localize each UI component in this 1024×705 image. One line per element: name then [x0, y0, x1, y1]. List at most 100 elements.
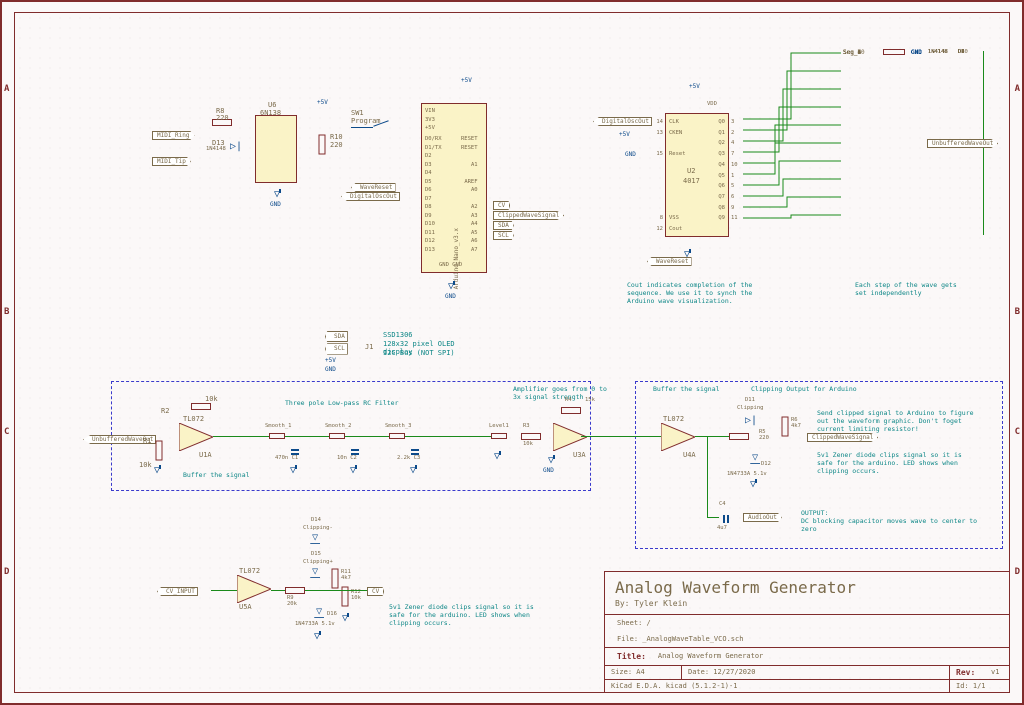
title-by: By: Tyler Klein	[605, 599, 1009, 614]
tb-prog: KiCad E.D.A. kicad (5.1.2-1)-1	[605, 680, 949, 692]
smooth1-label: Smooth_1	[265, 423, 292, 429]
u6-ref: U6	[268, 101, 276, 109]
r1-ref: R1	[143, 437, 151, 445]
arduino-gnd-label: GND	[445, 293, 456, 300]
arduino-left-pins: D0/RXD1/TXD2 D3D4D5 D6D7D8 D9D10D11 D12D…	[425, 135, 442, 254]
tag-cv-out: CV	[367, 587, 384, 596]
r3	[521, 433, 541, 440]
oled-ref: J1	[365, 343, 373, 351]
tag-clippedwave: ClippedWaveSignal	[493, 211, 564, 220]
clip-note-send: Send clipped signal to Arduino to figure…	[817, 409, 977, 433]
midi-block: U6 6N138 +5V MIDI_Ring MIDI_Tip R8 220 D…	[160, 101, 360, 221]
smooth3-label: Smooth_3	[385, 423, 412, 429]
arduino-gnd	[449, 281, 459, 291]
r6	[782, 417, 789, 437]
r4	[561, 407, 581, 414]
tag-sda: SDA	[493, 221, 514, 230]
tag-unbuffered-out: UnbufferedWaveOut	[927, 139, 998, 148]
d13-symbol: ▷|	[230, 141, 242, 152]
tb-rev: v1	[985, 666, 1009, 679]
edge-c-right: C	[1015, 427, 1020, 437]
u4a-part: TL072	[663, 415, 684, 423]
smooth-3	[389, 433, 405, 439]
d11-symbol: ▷|	[745, 415, 757, 426]
audio-note: OUTPUT: DC blocking capacitor moves wave…	[801, 509, 991, 533]
tb-title-label: Title:	[611, 650, 652, 663]
smooth2-label: Smooth_2	[325, 423, 352, 429]
edge-b-left: B	[4, 307, 9, 317]
title-block: Analog Waveform Generator By: Tyler Klei…	[604, 571, 1009, 692]
arduino-right-pins: RESETRESET A1 AREF A0 A2A3 A4A5 A6A7	[461, 135, 478, 254]
buffer-title: Buffer the signal	[183, 471, 250, 479]
u5a-opamp	[237, 575, 271, 603]
tb-file: File: _AnalogWaveTable_VCO.sch	[611, 633, 749, 645]
r11	[332, 569, 339, 589]
u6-gnd-label: GND	[270, 201, 281, 208]
u4a-opamp	[661, 423, 695, 451]
r10-ref: R10	[330, 133, 343, 141]
u6-gnd	[275, 189, 285, 199]
tb-sheet: Sheet: /	[611, 617, 657, 629]
tag-digoscout: DigitalOscOut	[341, 192, 400, 201]
d11-name: Clipping	[737, 405, 764, 411]
oled-pins: SDA SCL +5V GND	[325, 331, 348, 375]
cv-block: CV_INPUT TL072 U5A D14 Clipping- ▷| D15 …	[175, 533, 495, 653]
d11-ref: D11	[745, 397, 755, 403]
tag-midi-ring: MIDI_Ring	[152, 131, 195, 140]
tag-cv: CV	[493, 201, 510, 210]
r2-val: 10k	[205, 395, 218, 403]
d12-val: 1N4733A 5.1v	[727, 471, 767, 477]
r8-val: 220	[216, 114, 229, 122]
clip-note-zener: 5v1 Zener diode clips signal so it is sa…	[817, 451, 977, 475]
edge-b-right: B	[1015, 307, 1020, 317]
u3a-ref: U3A	[573, 451, 586, 459]
oled-part: SSD1306	[383, 331, 413, 339]
r2-ref: R2	[161, 407, 169, 415]
u2-vdd: VDD	[707, 101, 717, 107]
r1-val: 10k	[139, 461, 152, 469]
u5a-part: TL072	[239, 567, 260, 575]
d12-symbol: ▷|	[750, 454, 761, 466]
u1a-part: TL072	[183, 415, 204, 423]
level1	[491, 433, 507, 439]
r9	[285, 587, 305, 594]
level1-label: Level1	[489, 423, 509, 429]
title-main: Analog Waveform Generator	[605, 572, 1009, 599]
u6-p5v: +5V	[317, 99, 328, 106]
u2-p5v-a: +5V	[689, 83, 700, 90]
u6-part: 6N138	[260, 109, 281, 117]
d16-symbol: ▷|	[314, 608, 325, 620]
tb-rev-label: Rev:	[949, 666, 985, 679]
arduino-top-pins: VIN3V3+5V	[425, 107, 435, 133]
tag-wavereset: WaveReset	[351, 183, 396, 192]
seg-note: Each step of the wave gets set independe…	[855, 281, 965, 297]
tag-clip-out: ClippedWaveSignal	[807, 433, 878, 442]
r1	[156, 441, 163, 461]
r1-gnd	[155, 465, 165, 475]
tb-id: Id: 1/1	[949, 680, 1009, 692]
filter-title: Three pole Low-pass RC Filter	[285, 399, 399, 407]
arduino-5v: +5V	[461, 77, 472, 84]
sequencer-block: +5V U2 4017 CLKCKEN Reset VSSCout 1413 1…	[627, 53, 997, 313]
edge-c-left: C	[4, 427, 9, 437]
tag-audio-out: AudioOut	[743, 513, 782, 522]
arduino-bot-pins: GND GND	[439, 261, 462, 270]
cv-note: 5v1 Zener diode clips signal so it is sa…	[389, 603, 539, 627]
d14-symbol: ▷|	[310, 534, 321, 546]
u2-left-pins: 1413 15 812	[651, 117, 663, 235]
tag-u2-digosc: DigitalOscOut	[593, 117, 652, 126]
edge-d-left: D	[4, 567, 9, 577]
r10	[319, 135, 326, 155]
tag-midi-tip: MIDI_Tip	[152, 157, 191, 166]
r10-val: 220	[330, 141, 343, 149]
drawing-area: U6 6N138 +5V MIDI_Ring MIDI_Tip R8 220 D…	[14, 12, 1010, 693]
u1a-ref: U1A	[199, 451, 212, 459]
sw1-ref: SW1	[351, 109, 364, 117]
clip-chain: Buffer the signal Clipping Output for Ar…	[641, 385, 1001, 547]
tag-u2-wavereset: WaveReset	[647, 257, 692, 266]
u4a-ref: U4A	[683, 451, 696, 459]
edge-d-right: D	[1015, 567, 1020, 577]
u2-note: Cout indicates completion of the sequenc…	[627, 281, 777, 305]
d15-symbol: ▷|	[310, 568, 321, 580]
amp-title: Amplifier goes from 0 to 3x signal stren…	[513, 385, 613, 401]
